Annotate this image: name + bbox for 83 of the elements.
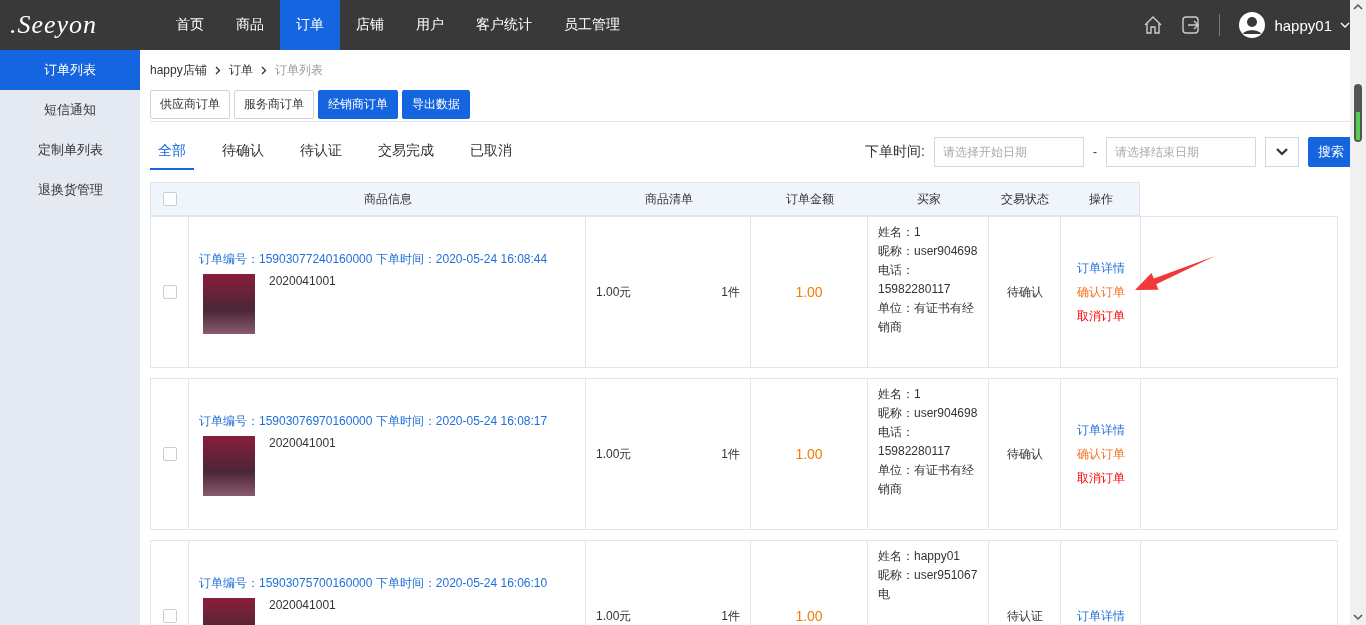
column-header: 商品清单 — [644, 190, 693, 208]
action-link[interactable]: 取消订单 — [1076, 469, 1125, 487]
start-date-field[interactable]: 请选择开始日期 — [934, 137, 1084, 167]
buyer-info: 电话：15982280117 — [878, 262, 952, 298]
buyer-info: 电 — [878, 586, 891, 603]
column-header: 操作 — [1089, 190, 1113, 208]
nav-tab[interactable]: 首页 — [160, 0, 220, 50]
chevron-right-icon — [260, 65, 267, 75]
nav-tab[interactable]: 员工管理 — [548, 0, 636, 50]
product-code: 2020041001 — [269, 273, 336, 290]
buyer-info: 姓名：1 — [878, 386, 922, 403]
action-link[interactable]: 订单详情 — [1076, 259, 1125, 277]
chevron-down-icon — [1276, 148, 1288, 156]
logo: .Seeyon — [9, 10, 99, 40]
sidebar-item[interactable]: 退换货管理 — [0, 170, 140, 210]
status-tab[interactable]: 待确认 — [214, 134, 272, 170]
buyer-info: 昵称：user904698 — [878, 243, 978, 260]
dropdown-button[interactable] — [1265, 137, 1299, 167]
nav-tab[interactable]: 商品 — [220, 0, 280, 50]
order-status: 待确认 — [1006, 445, 1043, 463]
end-date-field[interactable]: 请选择结束日期 — [1106, 137, 1256, 167]
action-link[interactable]: 取消订单 — [1076, 307, 1125, 325]
range-separator: - — [1093, 145, 1097, 159]
status-tab[interactable]: 已取消 — [462, 134, 520, 170]
order-number-link[interactable]: 订单编号：15903077240160000 下单时间：2020-05-24 16:08:44 — [199, 250, 575, 268]
order-type-button[interactable]: 供应商订单 — [150, 90, 230, 119]
order-type-button[interactable]: 经销商订单 — [318, 90, 398, 119]
quantity: 1件 — [721, 607, 740, 625]
column-header: 商品信息 — [363, 190, 412, 208]
column-header: 买家 — [916, 190, 941, 208]
buyer-info: 昵称：user951067 — [878, 567, 978, 584]
order-number-link[interactable]: 订单编号：15903075700160000 下单时间：2020-05-24 16:06:10 — [199, 574, 575, 592]
quantity: 1件 — [721, 283, 740, 301]
row-checkbox[interactable] — [162, 285, 177, 299]
buyer-info: 电话：15982280117 — [878, 424, 952, 460]
order-status: 待确认 — [1006, 283, 1043, 301]
action-link[interactable]: 订单详情 — [1076, 607, 1125, 625]
row-checkbox[interactable] — [162, 447, 177, 461]
select-all-checkbox[interactable] — [163, 192, 177, 206]
order-amount: 1.00 — [795, 284, 823, 300]
column-header: 交易状态 — [1001, 190, 1049, 208]
order-type-button[interactable]: 导出数据 — [402, 90, 470, 119]
photo-placeholder — [203, 273, 255, 334]
order-number-link[interactable]: 订单编号：15903076970160000 下单时间：2020-05-24 16:08:17 — [199, 412, 575, 430]
buyer-info: 单位：有证书有经销商 — [878, 462, 975, 498]
order-status: 待认证 — [1006, 607, 1043, 625]
chevron-down-icon — [1340, 22, 1350, 28]
product-code: 2020041001 — [269, 435, 336, 452]
row-checkbox[interactable] — [162, 609, 177, 623]
status-tab[interactable]: 待认证 — [292, 134, 350, 170]
home-icon[interactable] — [1143, 15, 1164, 35]
nav-tab[interactable]: 店铺 — [340, 0, 400, 50]
nav-tab[interactable]: 用户 — [400, 0, 460, 50]
scrollbar[interactable] — [1350, 0, 1366, 625]
nav-tab[interactable]: 客户统计 — [460, 0, 548, 50]
photo-placeholder — [203, 435, 255, 496]
status-tab[interactable]: 交易完成 — [370, 134, 442, 170]
avatar-icon — [1238, 11, 1267, 39]
buyer-info: 昵称：user904698 — [878, 405, 978, 422]
buyer-info: 姓名：happy01 — [878, 548, 962, 565]
chevron-right-icon — [214, 65, 221, 75]
nav-tab[interactable]: 订单 — [280, 0, 340, 50]
unit-price: 1.00元 — [596, 283, 632, 301]
product-code: 2020041001 — [269, 597, 336, 614]
breadcrumb-link[interactable]: 订单 — [228, 61, 253, 79]
unit-price: 1.00元 — [596, 445, 632, 463]
sidebar-item[interactable]: 定制单列表 — [0, 130, 140, 170]
filter-label: 下单时间: — [865, 143, 925, 161]
order-type-button[interactable]: 服务商订单 — [234, 90, 314, 119]
logout-icon[interactable] — [1181, 15, 1202, 35]
quantity: 1件 — [721, 445, 740, 463]
breadcrumb-link[interactable]: happy店铺 — [150, 61, 207, 79]
column-header: 订单金额 — [785, 190, 834, 208]
unit-price: 1.00元 — [596, 607, 632, 625]
status-tab[interactable]: 全部 — [150, 134, 194, 170]
action-link[interactable]: 订单详情 — [1076, 421, 1125, 439]
buyer-info: 单位：有证书有经销商 — [878, 300, 975, 336]
sidebar-item[interactable]: 短信通知 — [0, 90, 140, 130]
sidebar-item[interactable]: 订单列表 — [0, 50, 140, 90]
user-menu[interactable]: happy01 — [1238, 11, 1350, 39]
order-amount: 1.00 — [795, 446, 823, 462]
order-amount: 1.00 — [795, 608, 823, 624]
buyer-info: 姓名：1 — [878, 224, 922, 241]
